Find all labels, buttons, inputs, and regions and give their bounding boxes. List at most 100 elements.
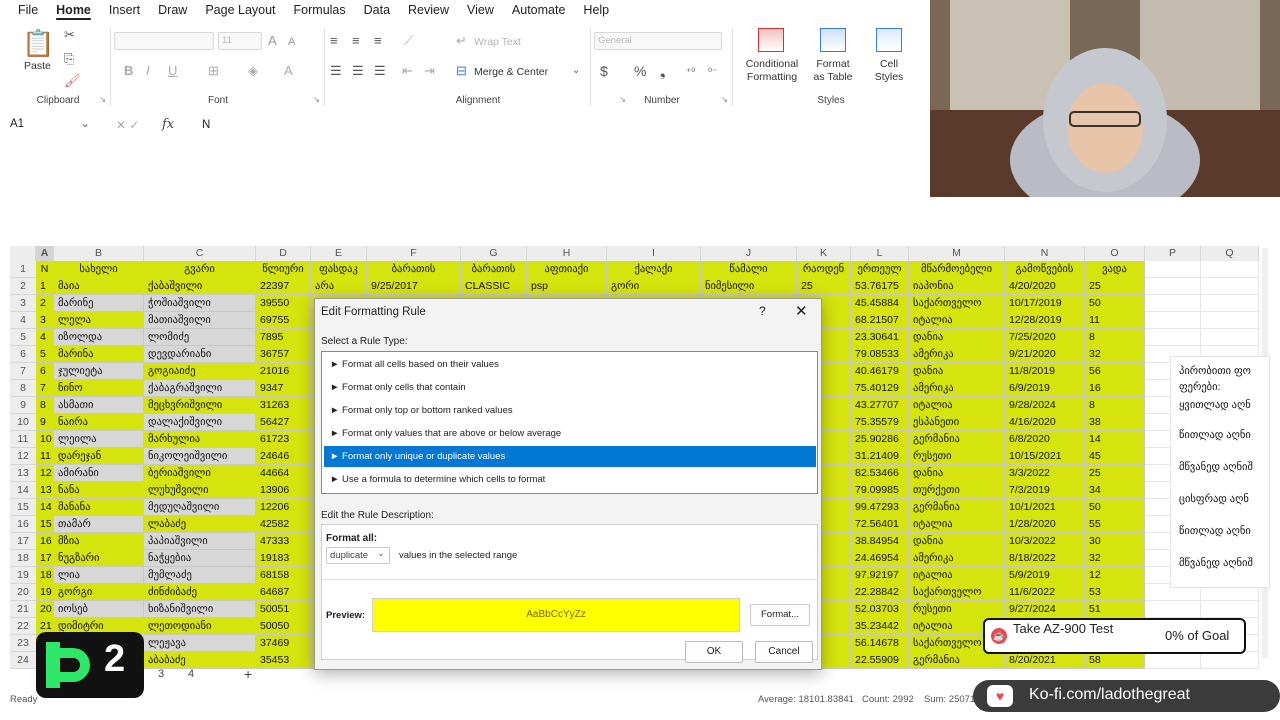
header-cell[interactable]: ერთეულ	[851, 261, 909, 278]
italic-icon[interactable]: I	[146, 64, 150, 78]
table-cell[interactable]: გოგიაიძე	[144, 363, 256, 380]
table-cell[interactable]: 42582	[256, 516, 311, 533]
table-cell[interactable]: 8/18/2022	[1005, 550, 1085, 567]
header-cell[interactable]: გვარი	[144, 261, 256, 278]
table-cell[interactable]: psp	[527, 278, 607, 295]
sheet-tab[interactable]: 3	[158, 668, 164, 680]
table-cell[interactable]: 25	[1085, 465, 1145, 482]
table-cell[interactable]: თამარ	[54, 516, 144, 533]
row-header[interactable]: 5	[10, 329, 36, 346]
rule-type-item[interactable]: ► Format only values that are above or b…	[324, 423, 816, 444]
rule-type-item[interactable]: ► Format all cells based on their values	[324, 354, 816, 375]
table-cell[interactable]: 12206	[256, 499, 311, 516]
bold-icon[interactable]: B	[124, 64, 133, 78]
table-cell[interactable]: ქაბაგრაშვილი	[144, 380, 256, 397]
table-cell[interactable]: 9/27/2024	[1005, 601, 1085, 618]
column-header-g[interactable]: G	[461, 246, 527, 261]
table-cell[interactable]: ლომიძე	[144, 329, 256, 346]
table-cell[interactable]: 25	[1085, 278, 1145, 295]
table-cell[interactable]: მზია	[54, 533, 144, 550]
table-cell[interactable]: ესპანეთი	[909, 414, 1005, 431]
row-header[interactable]: 16	[10, 516, 36, 533]
table-cell[interactable]: 38.84954	[851, 533, 909, 550]
table-cell[interactable]: 47333	[256, 533, 311, 550]
table-cell[interactable]: 10/17/2019	[1005, 295, 1085, 312]
rule-type-item[interactable]: ► Format only cells that contain	[324, 377, 816, 398]
table-cell[interactable]: 20	[36, 601, 54, 618]
table-cell[interactable]: 8	[1085, 329, 1145, 346]
row-header[interactable]: 21	[10, 601, 36, 618]
table-cell[interactable]: 19183	[256, 550, 311, 567]
table-cell[interactable]: ნიკოლეიშვილი	[144, 448, 256, 465]
cell-styles-icon[interactable]	[876, 28, 902, 52]
middle-align-icon[interactable]: ≡	[352, 34, 360, 48]
table-cell[interactable]: 2	[36, 295, 54, 312]
table-cell[interactable]: ლეთოდიანი	[144, 618, 256, 635]
table-cell[interactable]: ლაბაძე	[144, 516, 256, 533]
table-cell[interactable]: იაპონია	[909, 278, 1005, 295]
header-cell[interactable]: წამალი	[701, 261, 797, 278]
header-cell[interactable]: სახელი	[54, 261, 144, 278]
table-cell[interactable]: დალაქიშვილი	[144, 414, 256, 431]
rule-type-item[interactable]: ► Use a formula to determine which cells…	[324, 469, 816, 490]
table-cell[interactable]: 3/3/2022	[1005, 465, 1085, 482]
table-cell[interactable]: 10/3/2022	[1005, 533, 1085, 550]
table-cell[interactable]: 23.30641	[851, 329, 909, 346]
table-cell[interactable]: 97.92197	[851, 567, 909, 584]
column-header-o[interactable]: O	[1085, 246, 1145, 261]
table-cell[interactable]: 22397	[256, 278, 311, 295]
tab-data[interactable]: Data	[364, 3, 390, 17]
column-header-l[interactable]: L	[851, 246, 909, 261]
conditional-formatting-label[interactable]: Conditional Formatting	[742, 58, 802, 84]
row-header[interactable]: 12	[10, 448, 36, 465]
table-cell[interactable]: 1	[36, 278, 54, 295]
column-header-f[interactable]: F	[367, 246, 461, 261]
column-header-a[interactable]: A	[36, 246, 54, 261]
row-header[interactable]: 22	[10, 618, 36, 635]
borders-icon[interactable]: ⊞	[208, 64, 219, 78]
column-header-i[interactable]: I	[607, 246, 701, 261]
table-cell[interactable]: იოსებ	[54, 601, 144, 618]
tab-formulas[interactable]: Formulas	[294, 3, 346, 17]
table-cell[interactable]: 79.08533	[851, 346, 909, 363]
row-header[interactable]: 1	[10, 261, 36, 278]
ok-button[interactable]: OK	[685, 641, 743, 663]
table-cell[interactable]	[1201, 261, 1259, 278]
table-cell[interactable]: 50	[1085, 295, 1145, 312]
format-as-table-label[interactable]: Format as Table	[810, 58, 856, 84]
format-button[interactable]: Format...	[750, 604, 810, 626]
row-header[interactable]: 19	[10, 567, 36, 584]
table-cell[interactable]: იტალია	[909, 516, 1005, 533]
table-cell[interactable]	[1201, 601, 1259, 618]
table-cell[interactable]: 6/9/2019	[1005, 380, 1085, 397]
align-right-icon[interactable]: ☰	[374, 64, 386, 78]
cell-styles-label[interactable]: Cell Styles	[866, 58, 912, 84]
table-cell[interactable]: 82.53466	[851, 465, 909, 482]
row-header[interactable]: 8	[10, 380, 36, 397]
tab-automate[interactable]: Automate	[512, 3, 566, 17]
tab-home[interactable]: Home	[56, 3, 91, 17]
table-cell[interactable]: 45.45884	[851, 295, 909, 312]
table-cell[interactable]: ძინძიბაძე	[144, 584, 256, 601]
table-cell[interactable]: 68158	[256, 567, 311, 584]
table-cell[interactable]: 52.03703	[851, 601, 909, 618]
add-sheet-button[interactable]: +	[244, 666, 252, 682]
tab-insert[interactable]: Insert	[109, 3, 140, 17]
tab-view[interactable]: View	[467, 3, 494, 17]
table-cell[interactable]: 58	[1085, 652, 1145, 669]
table-cell[interactable]	[1145, 295, 1201, 312]
table-cell[interactable]	[1145, 329, 1201, 346]
column-header-e[interactable]: E	[311, 246, 367, 261]
table-cell[interactable]: ასმათი	[54, 397, 144, 414]
table-cell[interactable]: ლია	[54, 567, 144, 584]
align-center-icon[interactable]: ☰	[352, 64, 364, 78]
row-header[interactable]: 20	[10, 584, 36, 601]
table-cell[interactable]	[1145, 261, 1201, 278]
table-cell[interactable]: ნუგზარი	[54, 550, 144, 567]
table-cell[interactable]: 10/1/2021	[1005, 499, 1085, 516]
table-cell[interactable]: მათიაშვილი	[144, 312, 256, 329]
table-cell[interactable]: საქართველო	[909, 295, 1005, 312]
currency-icon[interactable]: $	[600, 64, 608, 78]
table-cell[interactable]: 4/20/2020	[1005, 278, 1085, 295]
table-cell[interactable]: დანია	[909, 363, 1005, 380]
